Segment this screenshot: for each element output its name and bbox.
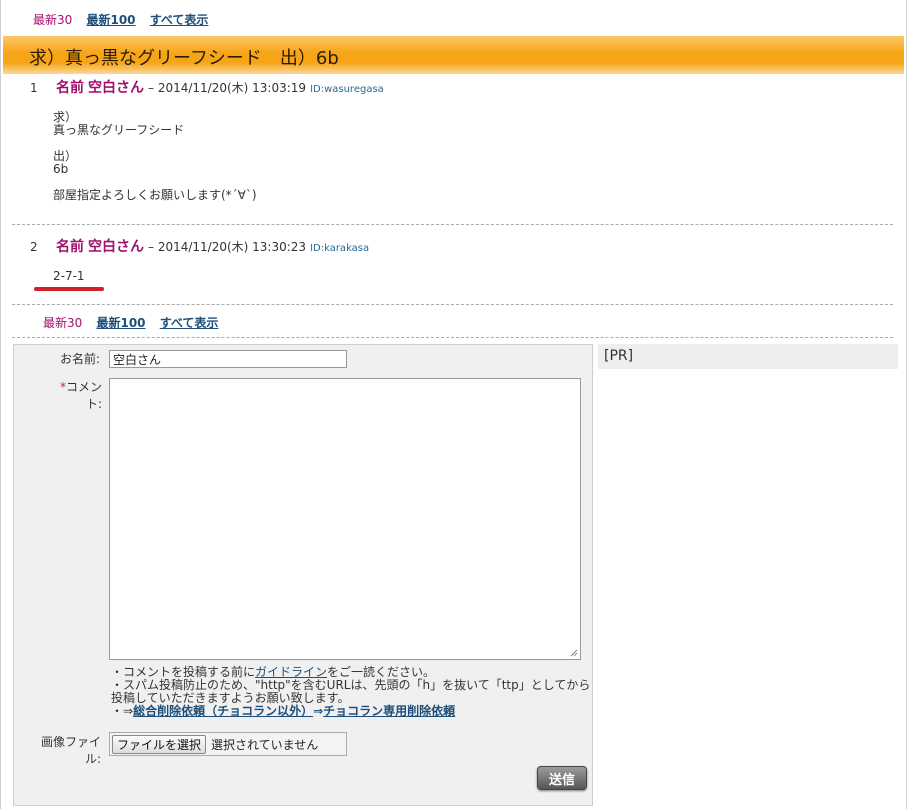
post-author: 空白さん	[88, 239, 144, 255]
nav-latest30[interactable]: 最新30	[33, 13, 72, 27]
comment-textarea[interactable]	[109, 378, 581, 660]
post-line: 出）	[53, 149, 78, 163]
guideline-link[interactable]: ガイドライン	[255, 665, 327, 679]
name-label: お名前:	[59, 352, 100, 366]
post-id[interactable]: ID:wasuregasa	[310, 84, 384, 95]
post-header: 2 名前 空白さん – 2014/11/20(木) 13:30:23 ID:karaka…	[30, 236, 369, 256]
file-input: ファイルを選択 選択されていません	[109, 732, 347, 756]
post-id[interactable]: ID:karakasa	[310, 243, 369, 254]
note-text: ・⇒	[111, 704, 134, 718]
post-author: 空白さん	[88, 80, 144, 96]
note-text: をご一読ください。	[327, 665, 436, 679]
post-name-label: 名前	[56, 80, 84, 96]
post-date: – 2014/11/20(木) 13:03:19	[148, 81, 307, 95]
nav-latest100[interactable]: 最新100	[96, 316, 145, 330]
posting-notes: ・コメントを投稿する前にガイドラインをご一読ください。 ・スパム投稿防止のため、…	[111, 666, 591, 718]
choose-file-button[interactable]: ファイルを選択	[112, 734, 207, 754]
chocoran-delete-request-link[interactable]: チョコラン専用削除依頼	[323, 704, 455, 718]
resize-grip-icon[interactable]	[570, 649, 578, 657]
note-spam: ・スパム投稿防止のため、"http"を含むURLは、先頭の「h」を抜いて「ttp…	[111, 678, 591, 705]
post-header: 1 名前 空白さん – 2014/11/20(木) 13:03:19 ID:wasure…	[30, 77, 384, 97]
general-delete-request-link[interactable]: 総合削除依頼（チョコラン以外）	[133, 704, 313, 718]
submit-button[interactable]: 送信	[537, 766, 587, 790]
post-line: 真っ黒なグリーフシード	[53, 123, 185, 137]
post-name-label: 名前	[56, 239, 84, 255]
comment-label-wrap: *コメント:	[44, 378, 102, 412]
post-separator	[12, 224, 893, 225]
nav-latest100[interactable]: 最新100	[86, 13, 135, 27]
post-body: 求） 真っ黒なグリーフシード 出） 6b 部屋指定よろしくお願いします(*´∀`…	[53, 111, 257, 202]
thread-title: 求）真っ黒なグリーフシード 出）6b	[29, 48, 339, 69]
nav-latest30[interactable]: 最新30	[43, 316, 82, 330]
nav-separator	[12, 337, 893, 338]
comment-label: コメント:	[65, 380, 102, 411]
reply-form: お名前: *コメント: ・コメントを投稿する前にガイドラインをご一読ください。 …	[13, 344, 593, 806]
note-delete: ・⇒総合削除依頼（チョコラン以外）⇒チョコラン専用削除依頼	[111, 705, 591, 718]
file-status: 選択されていません	[211, 737, 319, 752]
pr-box[interactable]: [PR]	[598, 344, 898, 369]
thread-title-bar: 求）真っ黒なグリーフシード 出）6b	[3, 36, 904, 74]
post-line: 2-7-1	[53, 269, 85, 283]
nav-show-all[interactable]: すべて表示	[160, 316, 219, 330]
post-number[interactable]: 2	[30, 240, 56, 254]
arrow-text: ⇒	[313, 704, 324, 718]
name-input[interactable]	[109, 350, 347, 368]
note-text: ・コメントを投稿する前に	[111, 665, 256, 679]
file-label: 画像ファイル:	[40, 735, 101, 766]
post-body: 2-7-1	[53, 270, 85, 283]
top-nav: 最新30 最新100 すべて表示	[33, 11, 218, 28]
bottom-nav: 最新30 最新100 すべて表示	[43, 314, 228, 331]
post-line: 6b	[53, 162, 69, 176]
post-number[interactable]: 1	[30, 81, 56, 95]
post-line: 部屋指定よろしくお願いします(*´∀`)	[53, 188, 257, 202]
nav-show-all[interactable]: すべて表示	[150, 13, 209, 27]
red-underline-mark	[34, 287, 104, 291]
post-date: – 2014/11/20(木) 13:30:23	[148, 240, 307, 254]
post-separator	[12, 304, 893, 305]
